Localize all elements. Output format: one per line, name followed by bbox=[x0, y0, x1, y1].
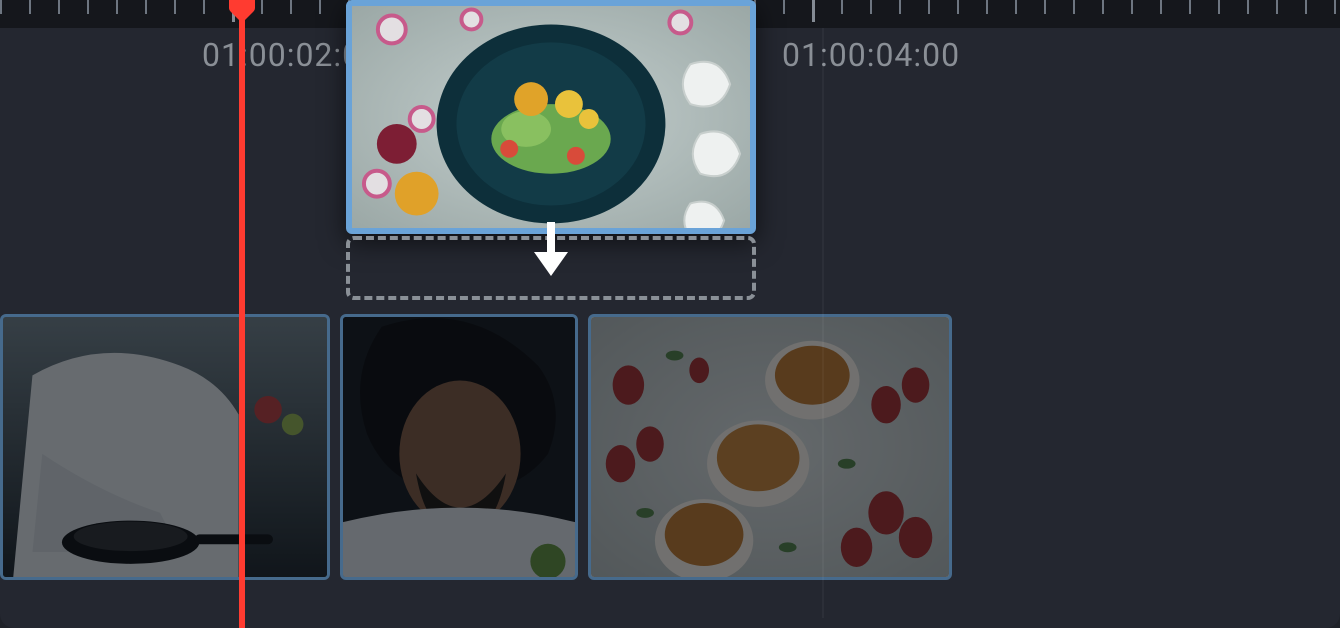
ruler-tick-major bbox=[812, 0, 815, 22]
ruler-tick-minor bbox=[0, 0, 2, 14]
ruler-tick-minor bbox=[116, 0, 118, 14]
timeline-grid-line bbox=[822, 28, 824, 618]
ruler-tick-minor bbox=[899, 0, 901, 14]
timecode-2: 01:00:04:00 bbox=[782, 36, 960, 74]
ruler-tick-minor bbox=[290, 0, 292, 14]
ruler-tick-minor bbox=[1218, 0, 1220, 14]
ruler-tick-minor bbox=[87, 0, 89, 14]
ruler-tick-minor bbox=[1015, 0, 1017, 14]
ruler-tick-minor bbox=[145, 0, 147, 14]
track-clip-2[interactable] bbox=[340, 314, 578, 580]
ruler-tick-minor bbox=[174, 0, 176, 14]
ruler-tick-minor bbox=[1131, 0, 1133, 14]
ruler-tick-minor bbox=[1102, 0, 1104, 14]
ruler-tick-minor bbox=[1189, 0, 1191, 14]
ruler-tick-minor bbox=[319, 0, 321, 14]
ruler-tick-minor bbox=[986, 0, 988, 14]
ruler-tick-minor bbox=[783, 0, 785, 14]
dragged-clip[interactable] bbox=[346, 0, 756, 234]
ruler-tick-minor bbox=[870, 0, 872, 14]
ruler-tick-minor bbox=[261, 0, 263, 14]
ruler-tick-minor bbox=[957, 0, 959, 14]
ruler-tick-minor bbox=[29, 0, 31, 14]
track-clip-1[interactable] bbox=[0, 314, 330, 580]
playhead-handle-icon[interactable] bbox=[227, 0, 257, 22]
playhead[interactable] bbox=[239, 0, 245, 628]
clip-thumbnail-plated-dish bbox=[352, 6, 750, 228]
ruler-tick-minor bbox=[1160, 0, 1162, 14]
ruler-tick-minor bbox=[203, 0, 205, 14]
ruler-tick-minor bbox=[841, 0, 843, 14]
ruler-tick-minor bbox=[1044, 0, 1046, 14]
ruler-tick-minor bbox=[1305, 0, 1307, 14]
ruler-tick-minor bbox=[1073, 0, 1075, 14]
ruler-tick-minor bbox=[1334, 0, 1336, 14]
drop-arrow-icon bbox=[526, 222, 576, 284]
ruler-tick-minor bbox=[1276, 0, 1278, 14]
ruler-tick-minor bbox=[1247, 0, 1249, 14]
track-clip-3[interactable] bbox=[588, 314, 952, 580]
ruler-tick-minor bbox=[928, 0, 930, 14]
ruler-tick-minor bbox=[58, 0, 60, 14]
